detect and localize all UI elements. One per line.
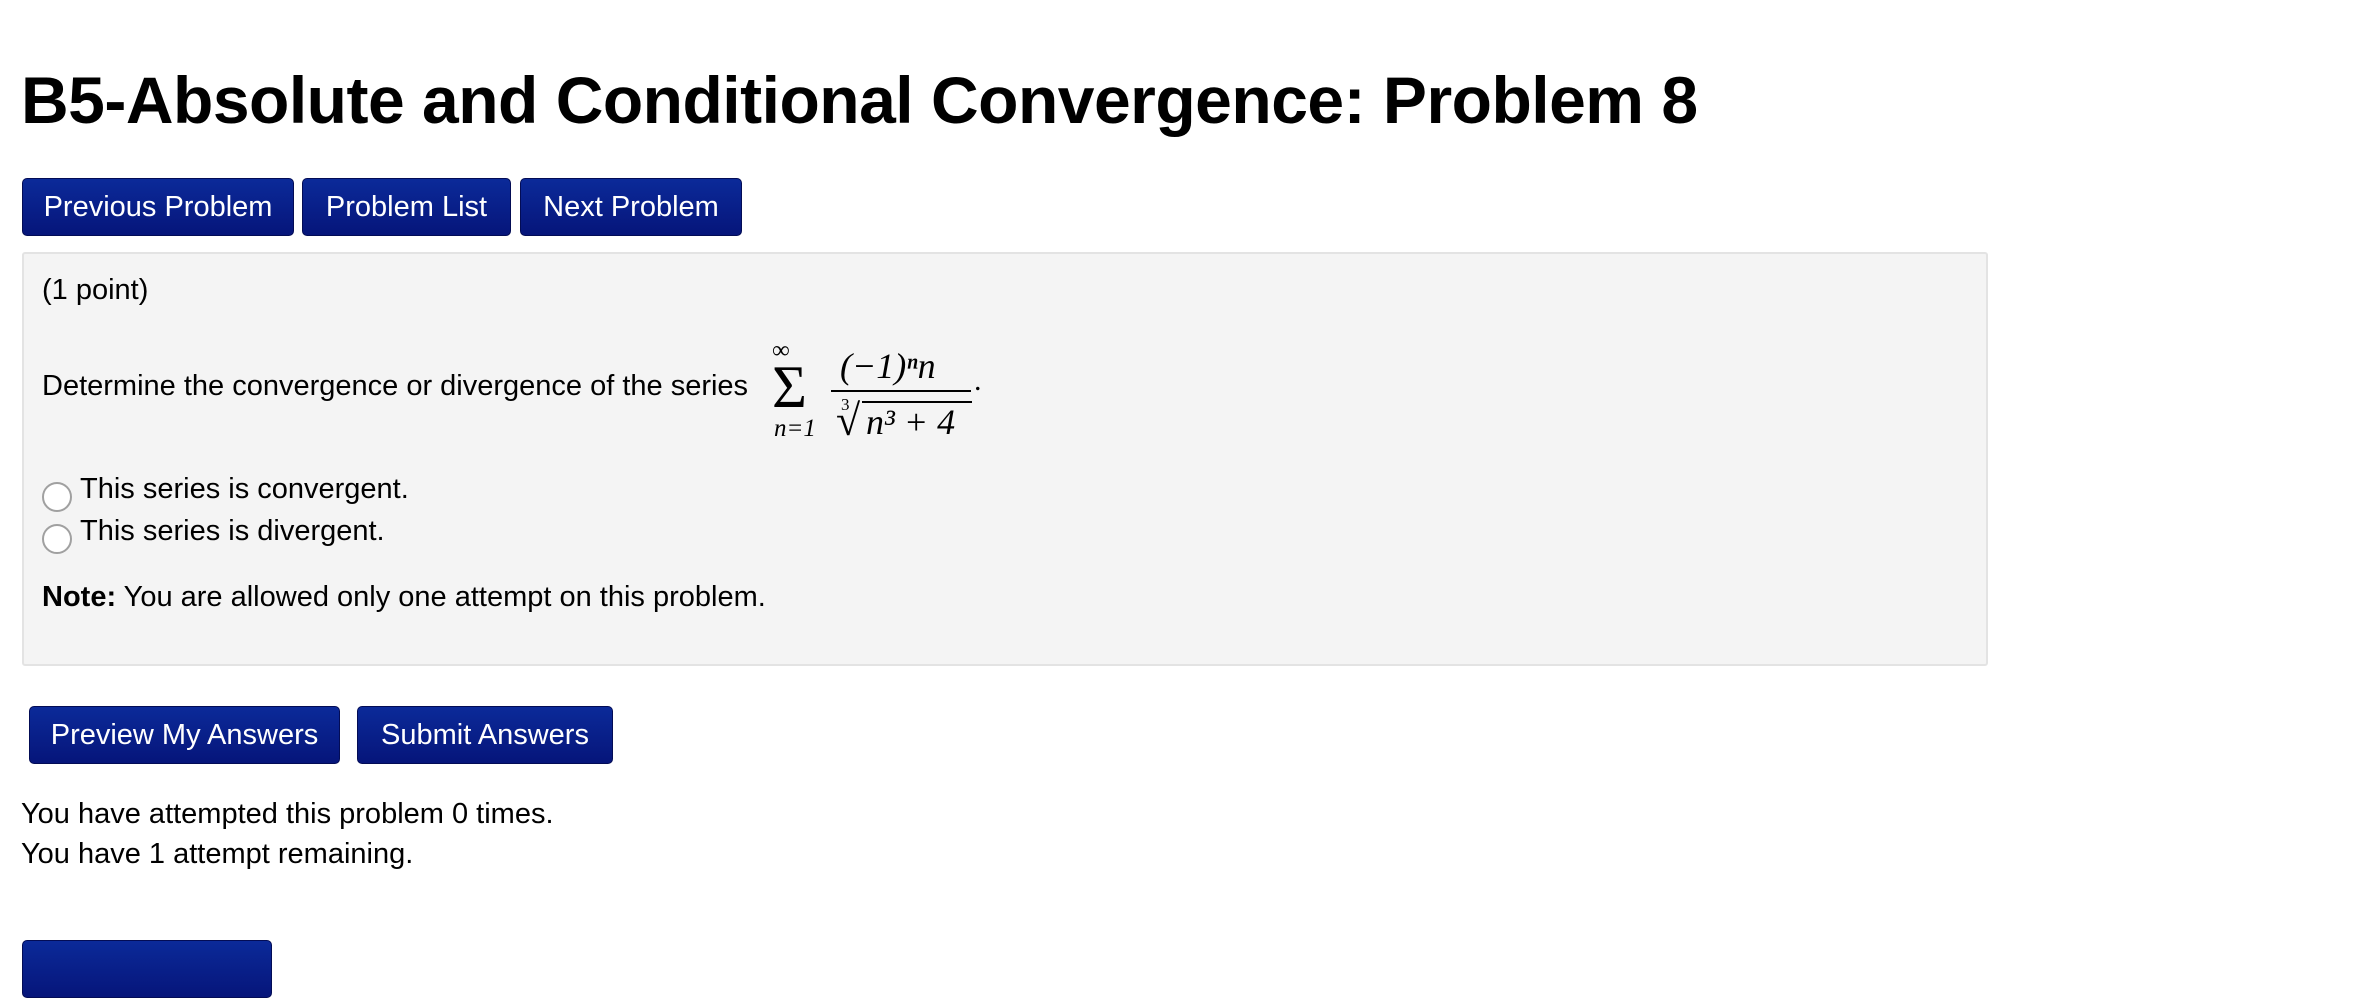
fraction-bar [831,390,971,392]
fraction-numerator: (−1)ⁿn [840,346,936,386]
sum-symbol: Σ [772,354,807,420]
sum-lower-limit: n=1 [774,415,816,442]
fraction-denominator: n³ + 4 [866,402,956,442]
problem-question: Determine the convergence or divergence … [42,370,749,402]
radio-convergent[interactable] [42,482,72,512]
preview-answers-button[interactable]: Preview My Answers [29,706,340,764]
next-problem-button[interactable]: Next Problem [520,178,742,236]
note-text: You are allowed only one attempt on this… [116,581,766,613]
problem-panel: (1 point) Determine the convergence or d… [22,252,1988,666]
page-title: B5-Absolute and Conditional Convergence:… [21,63,1698,137]
attempts-remaining-text: You have 1 attempt remaining. [21,838,414,870]
bottom-button[interactable] [22,940,272,998]
radical-sign: √ [836,396,861,445]
option-label[interactable]: This series is convergent. [80,472,409,506]
option-label[interactable]: This series is divergent. [80,514,385,548]
attempts-made-text: You have attempted this problem 0 times. [21,798,554,830]
attempt-note: Note: You are allowed only one attempt o… [42,580,766,614]
problem-list-button[interactable]: Problem List [302,178,511,236]
formula-period: . [974,364,982,397]
problem-points: (1 point) [42,274,149,306]
previous-problem-button[interactable]: Previous Problem [22,178,294,236]
radio-divergent[interactable] [42,524,72,554]
note-label: Note: [42,581,117,613]
submit-answers-button[interactable]: Submit Answers [357,706,613,764]
